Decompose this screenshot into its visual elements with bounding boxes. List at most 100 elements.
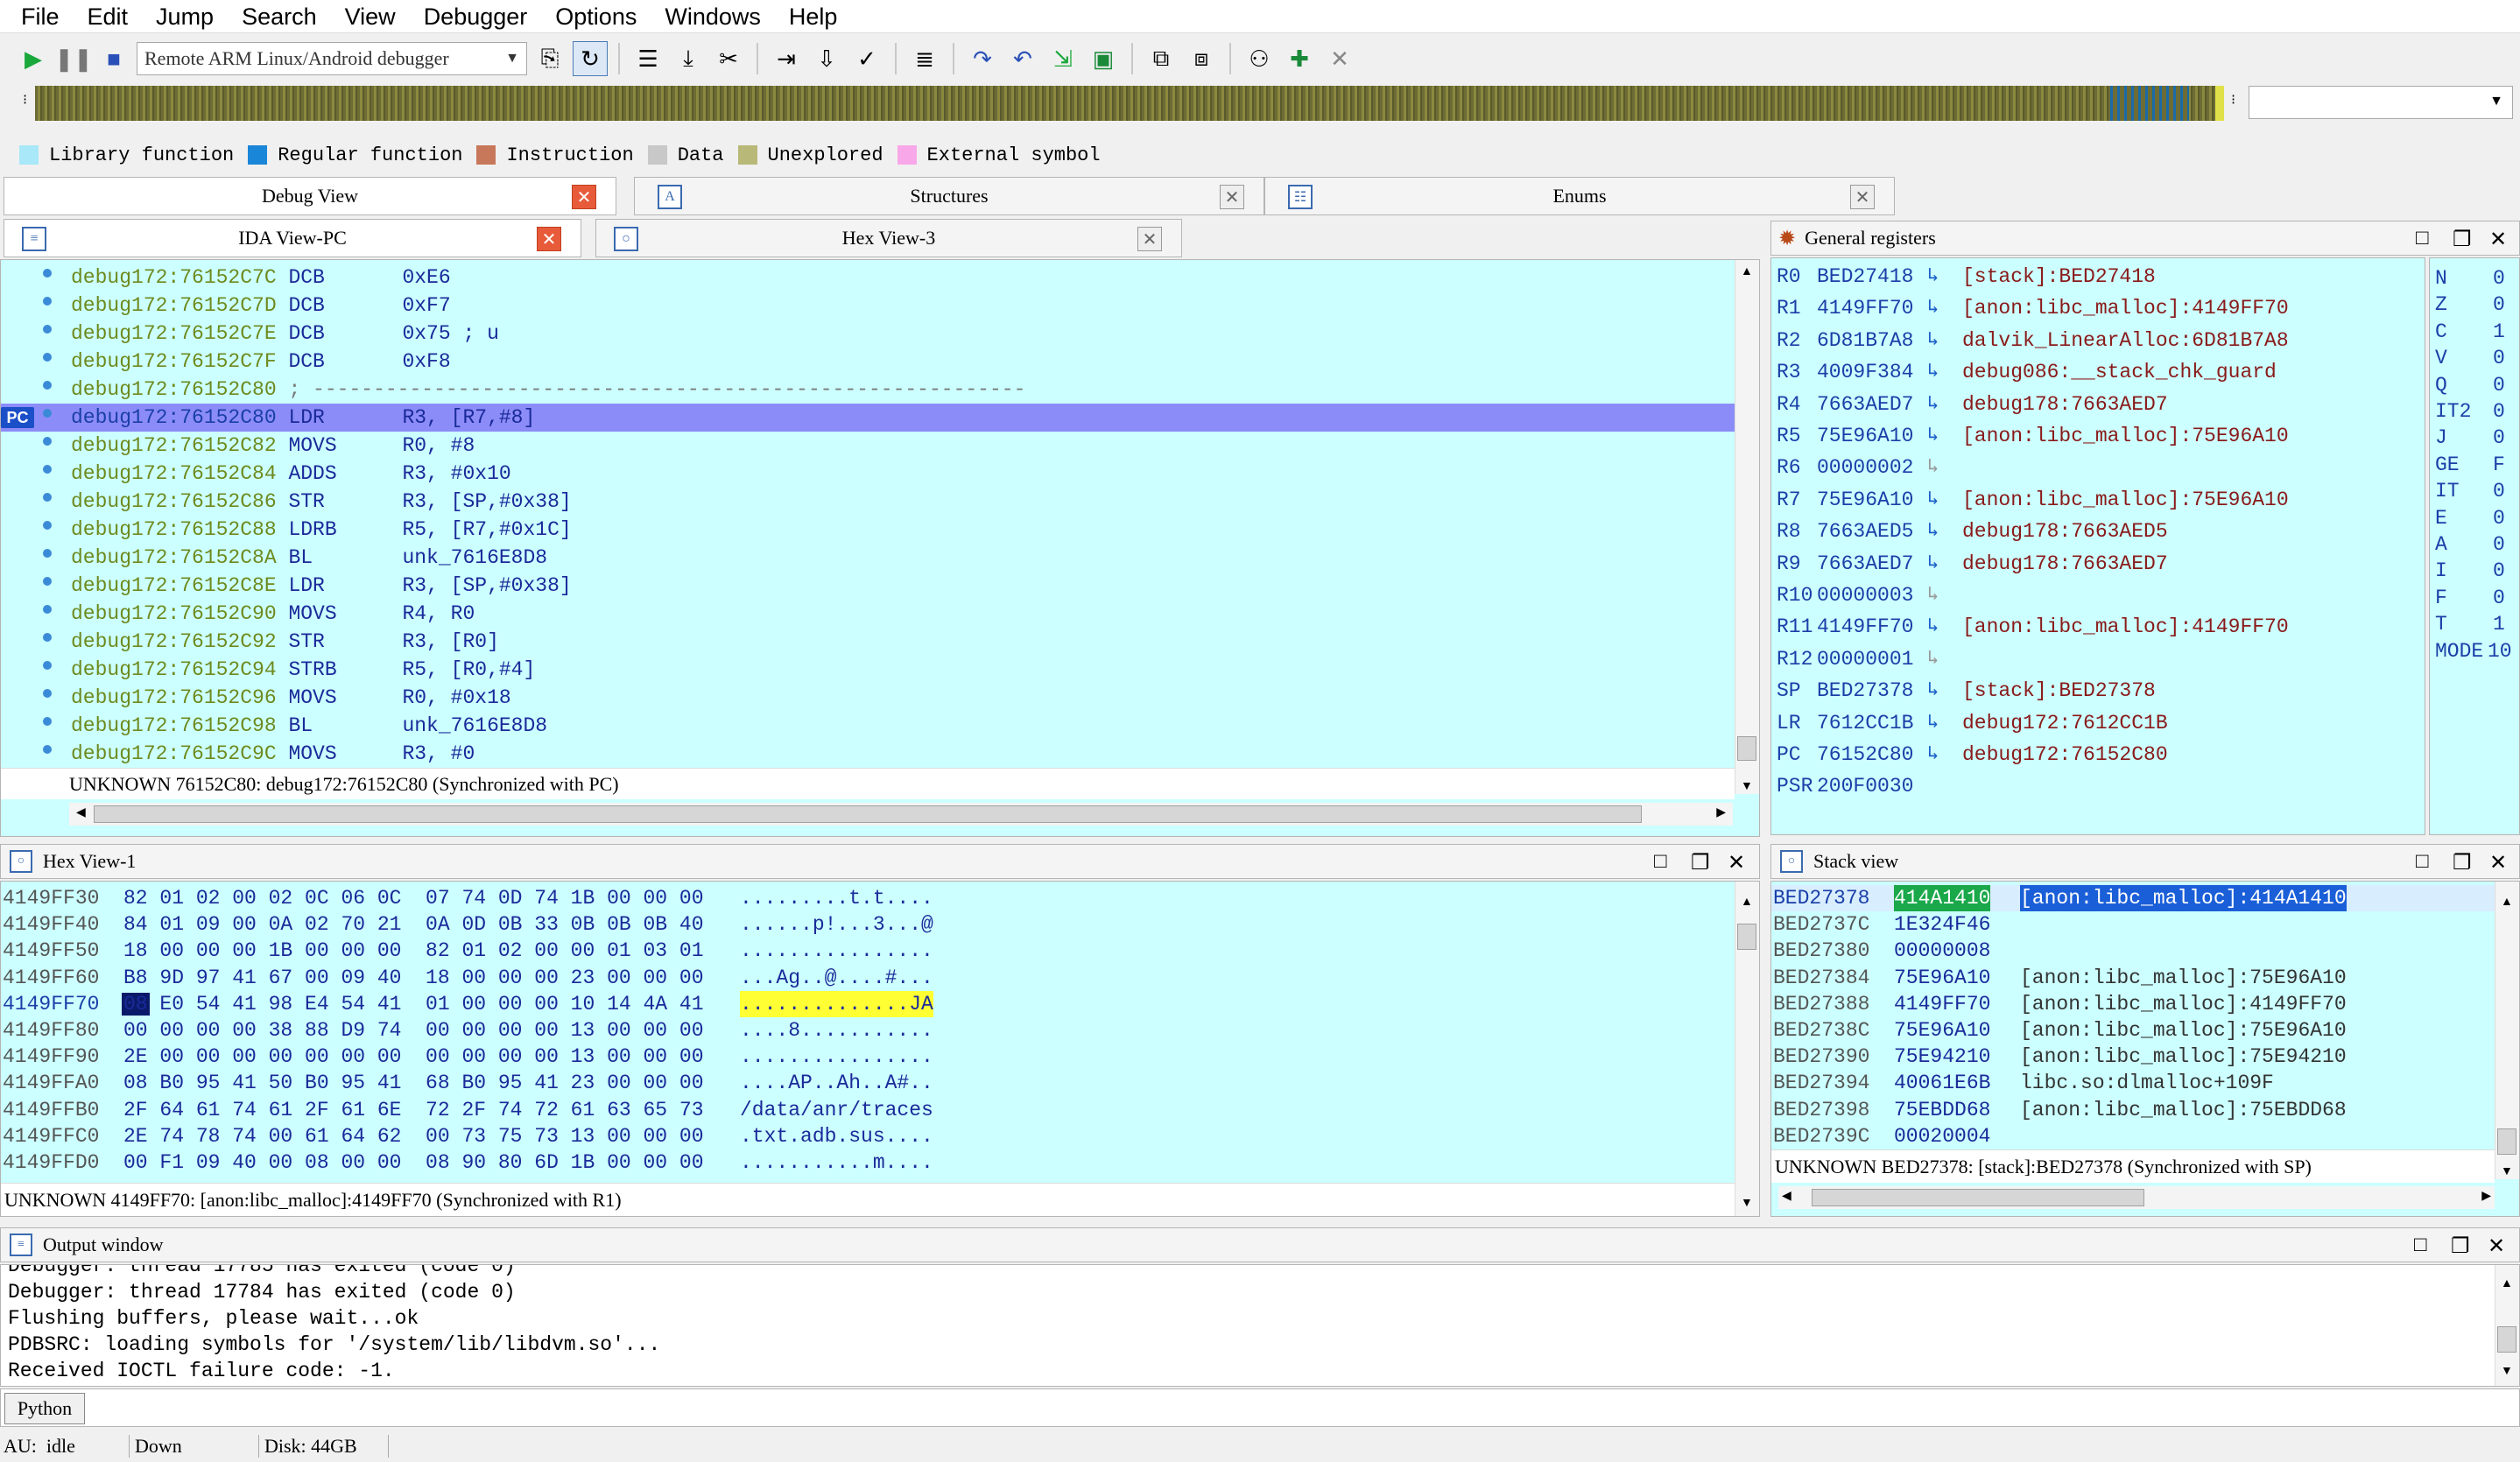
stack-row[interactable]: BED2739C 00020004 (1771, 1123, 2495, 1149)
continue-process-icon[interactable]: ↻ (573, 41, 608, 76)
register-row[interactable]: R4 7663AED7 ↳ debug178:7663AED7 (1771, 390, 2419, 419)
breakpoint-dot[interactable] (43, 661, 52, 670)
scroll-left-icon[interactable]: ◀ (1782, 1188, 1791, 1203)
stack-row[interactable]: BED27388 4149FF70 [anon:libc_malloc]:4149F… (1771, 991, 2495, 1017)
run-until-return-line-icon[interactable]: ⇲ (1045, 41, 1081, 76)
hex-row[interactable]: 4149FF90 2E 00 00 00 00 00 00 00 00 00 00… (1, 1044, 1717, 1070)
jump-arrow-icon[interactable]: ↳ (1927, 644, 1939, 674)
pause-process-icon[interactable]: ❚❚ (54, 41, 93, 76)
flag-row[interactable]: N0 (2430, 265, 2517, 292)
tab-structures[interactable]: A Structures ✕ (634, 177, 1264, 215)
run-to-cursor-icon[interactable]: ⇩ (809, 41, 844, 76)
disasm-line[interactable]: debug172:76152C7C DCB 0xE6 (1, 264, 1735, 292)
jump-arrow-icon[interactable]: ↳ (1927, 549, 1939, 579)
register-row[interactable]: PC 76152C80 ↳ debug172:76152C80 (1771, 740, 2419, 770)
breakpoint-dot[interactable] (43, 353, 52, 362)
stack-row[interactable]: BED27398 75EBDD68 [anon:libc_malloc]:75EBD… (1771, 1097, 2495, 1123)
scroll-left-icon[interactable]: ◀ (76, 805, 86, 819)
hex-row[interactable]: 4149FFC0 2E 74 78 74 00 61 64 62 00 73 75… (1, 1123, 1717, 1149)
disasm-line[interactable]: debug172:76152C82 MOVS R0, #8 (1, 432, 1735, 460)
hex-row[interactable]: 4149FF30 82 01 02 00 02 0C 06 0C 07 74 0D… (1, 885, 1717, 911)
flag-value[interactable]: 0 (2493, 505, 2505, 531)
register-row[interactable]: R8 7663AED5 ↳ debug178:7663AED5 (1771, 517, 2419, 546)
register-row[interactable]: SP BED27378 ↳ [stack]:BED27378 (1771, 676, 2419, 706)
breakpoint-dot[interactable] (43, 437, 52, 446)
close-icon[interactable]: ✕ (1137, 227, 1162, 251)
close-icon[interactable]: ✕ (2489, 227, 2507, 252)
menu-item-help[interactable]: Help (775, 0, 852, 33)
register-row[interactable]: R6 00000002 ↳ (1771, 453, 2419, 482)
stack-value[interactable]: 00020004 (1894, 1123, 1990, 1149)
hex-row[interactable]: 4149FF70 08 E0 54 41 98 E4 54 41 01 00 00… (1, 990, 1717, 1017)
register-row[interactable]: PSR 200F0030 (1771, 771, 2419, 801)
scroll-up-icon[interactable]: ▲ (1741, 894, 1753, 908)
attach-process-icon[interactable]: ⎘ (532, 41, 567, 76)
scrollbar-thumb[interactable] (94, 805, 1642, 823)
breakpoint-dot[interactable] (43, 549, 52, 558)
close-icon[interactable]: ✕ (537, 227, 561, 251)
stack-vertical-scrollbar[interactable]: ▲ ▼ (2495, 882, 2519, 1179)
menu-item-debugger[interactable]: Debugger (410, 0, 542, 33)
flag-value[interactable]: 0 (2493, 345, 2505, 371)
stack-value[interactable]: 414A1410 (1894, 885, 1991, 911)
register-row[interactable]: R7 75E96A10 ↳ [anon:libc_malloc]:75E96A10 (1771, 485, 2419, 515)
step-into-icon[interactable]: ⤓ (671, 41, 706, 76)
trace-icon[interactable]: ▣ (1086, 41, 1121, 76)
stack-row[interactable]: BED2737C 1E324F46 (1771, 911, 2495, 938)
register-value[interactable]: 7663AED5 (1817, 517, 1913, 546)
flag-row[interactable]: GE F (2430, 452, 2517, 478)
disasm-line[interactable]: debug172:76152C9C MOVS R3, #0 (1, 740, 1735, 768)
flag-value[interactable]: 0 (2493, 372, 2505, 398)
menu-item-search[interactable]: Search (228, 0, 331, 33)
register-value[interactable]: BED27418 (1817, 262, 1913, 292)
disasm-line[interactable]: debug172:76152C96 MOVS R0, #0x18 (1, 684, 1735, 712)
stack-value[interactable]: 75EBDD68 (1894, 1097, 1990, 1123)
stack-value[interactable]: 75E96A10 (1894, 1017, 1990, 1044)
register-row[interactable]: R2 6D81B7A8 ↳ dalvik_LinearAlloc:6D81B7A8 (1771, 326, 2419, 355)
hex-row[interactable]: 4149FF50 18 00 00 00 1B 00 00 00 82 01 02… (1, 938, 1717, 964)
restore-icon[interactable]: ❐ (2453, 850, 2472, 875)
jump-arrow-icon[interactable]: ↳ (1927, 676, 1939, 706)
scroll-up-icon[interactable]: ▲ (2501, 1276, 2513, 1290)
hex-row[interactable]: 4149FF40 84 01 09 00 0A 02 70 21 0A 0D 0B… (1, 911, 1717, 938)
restore-icon[interactable]: ❐ (1691, 850, 1710, 875)
navigation-dropdown[interactable]: ▼ (2249, 86, 2513, 119)
restore-icon[interactable]: ❐ (2453, 227, 2472, 252)
hexview-vertical-scrollbar[interactable]: ▲ ▼ (1735, 882, 1759, 1216)
stack-row[interactable]: BED27394 40061E6B libc.so:dlmalloc+109F (1771, 1070, 2495, 1096)
step-over-line-icon[interactable]: ↶ (1005, 41, 1040, 76)
hex-row[interactable]: 4149FFD0 00 F1 09 40 00 08 00 00 08 90 80… (1, 1149, 1717, 1176)
flag-value[interactable]: 0 (2493, 478, 2505, 504)
register-row[interactable]: R9 7663AED7 ↳ debug178:7663AED7 (1771, 549, 2419, 579)
flag-row[interactable]: V0 (2430, 345, 2517, 371)
register-value[interactable]: 76152C80 (1817, 740, 1913, 770)
disasm-line[interactable]: debug172:76152C98 BL unk_7616E8D8 (1, 712, 1735, 740)
menu-item-file[interactable]: File (7, 0, 74, 33)
flag-row[interactable]: I0 (2430, 558, 2517, 584)
register-value[interactable]: 7612CC1B (1817, 708, 1913, 738)
breakpoint-dot[interactable] (43, 689, 52, 698)
debugger-select[interactable]: Remote ARM Linux/Android debugger ▼ (137, 42, 527, 75)
modules-icon[interactable]: ⧉ (1144, 41, 1179, 76)
flag-row[interactable]: Q0 (2430, 372, 2517, 398)
close-icon[interactable]: ✕ (2489, 850, 2507, 875)
flag-value[interactable]: 0 (2493, 531, 2505, 558)
hex-row[interactable]: 4149FFB0 2F 64 61 74 61 2F 61 6E 72 2F 74… (1, 1097, 1717, 1123)
register-value[interactable]: 00000003 (1817, 580, 1913, 610)
breakpoint-dot[interactable] (43, 297, 52, 306)
register-row[interactable]: R12 00000001 ↳ (1771, 644, 2419, 674)
step-into-line-icon[interactable]: ↷ (965, 41, 1000, 76)
segments-icon[interactable]: ⧈ (1184, 41, 1219, 76)
flag-value[interactable]: F (2493, 452, 2505, 478)
stack-row[interactable]: BED27384 75E96A10 [anon:libc_malloc]:75E96… (1771, 965, 2495, 991)
register-row[interactable]: R10 00000003 ↳ (1771, 580, 2419, 610)
breakpoint-dot[interactable] (43, 605, 52, 614)
stack-horizontal-scrollbar[interactable]: ◀ ▶ (1778, 1186, 2495, 1209)
flag-row[interactable]: MODE 10 (2430, 638, 2517, 664)
register-value[interactable]: 00000001 (1817, 644, 1913, 674)
maximize-icon[interactable]: □ (2416, 227, 2429, 250)
register-row[interactable]: R5 75E96A10 ↳ [anon:libc_malloc]:75E96A10 (1771, 421, 2419, 451)
jump-arrow-icon[interactable]: ↳ (1927, 485, 1939, 515)
scrollbar-thumb[interactable] (1812, 1189, 2144, 1206)
register-value[interactable]: BED27378 (1817, 676, 1913, 706)
